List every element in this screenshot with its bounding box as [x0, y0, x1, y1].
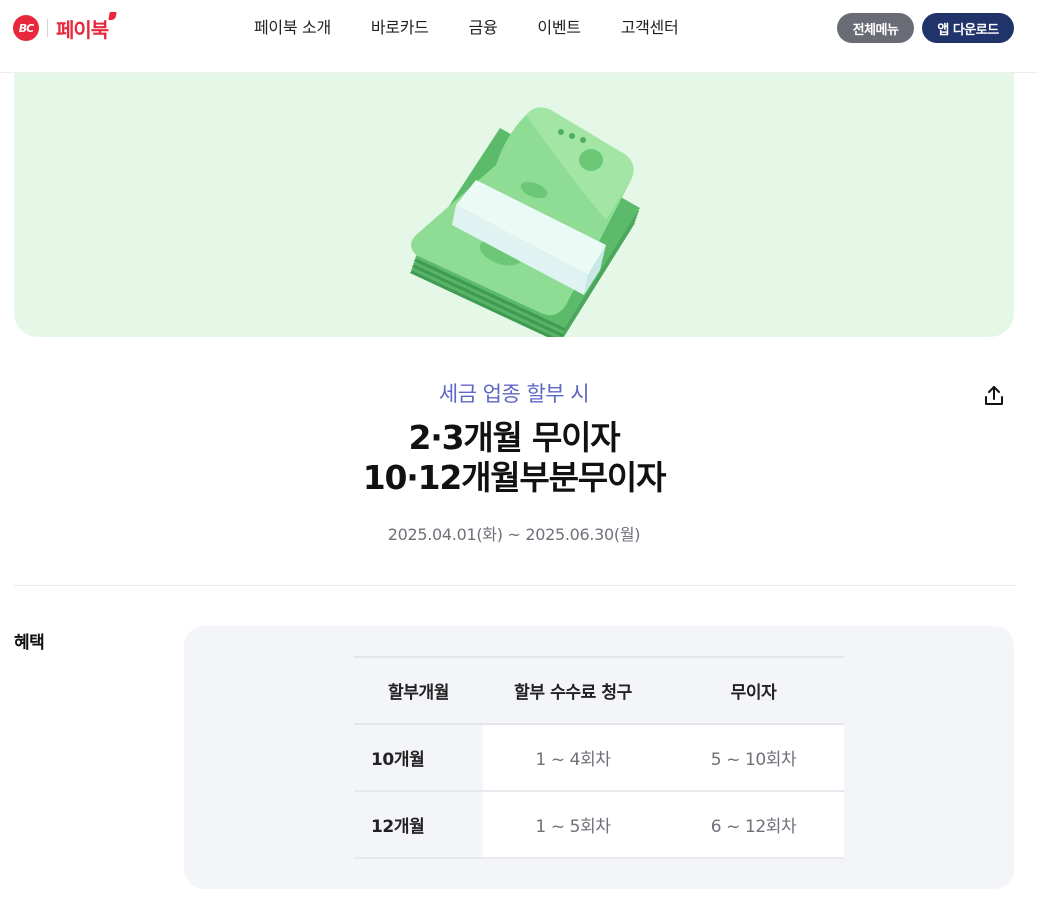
benefit-box: 할부개월 할부 수수료 청구 무이자 10개월 1 ~ 4회차 5 ~ 10회차…	[184, 626, 1014, 889]
app-download-button[interactable]: 앱 다운로드	[922, 13, 1014, 43]
event-period: 2025.04.01(화) ~ 2025.06.30(월)	[387, 525, 641, 544]
nav-item-finance[interactable]: 금융	[469, 16, 498, 40]
event-title: 2·3개월 무이자 10·12개월부분무이자	[0, 418, 1028, 498]
bc-logo-icon: BC	[13, 15, 39, 41]
table-header-cell: 무이자	[663, 656, 844, 725]
event-subtitle: 세금 업종 할부 시	[438, 382, 590, 406]
site-header: BC 페이북 페이북 소개 바로카드 금융 이벤트 고객센터 전체메뉴 앱 다운…	[0, 0, 1038, 73]
benefit-heading: 혜택	[14, 633, 45, 653]
nav-item-about[interactable]: 페이북 소개	[254, 16, 331, 40]
event-banner	[14, 73, 1014, 337]
table-header-cell: 할부개월	[354, 656, 483, 725]
paybook-logo[interactable]: BC 페이북	[13, 14, 109, 43]
installment-table: 할부개월 할부 수수료 청구 무이자 10개월 1 ~ 4회차 5 ~ 10회차…	[354, 656, 844, 859]
table-row-header: 12개월	[354, 791, 483, 859]
section-divider	[14, 585, 1015, 586]
logo-divider	[47, 19, 48, 37]
table-header-row: 할부개월 할부 수수료 청구 무이자	[354, 656, 844, 725]
nav-item-event[interactable]: 이벤트	[537, 16, 581, 40]
event-title-line2: 10·12개월부분무이자	[362, 458, 667, 497]
table-cell: 1 ~ 4회차	[483, 724, 663, 792]
table-cell: 5 ~ 10회차	[663, 724, 844, 792]
money-stack-illustration	[410, 107, 640, 337]
logo-text: 페이북	[56, 14, 109, 43]
table-cell: 1 ~ 5회차	[483, 791, 663, 859]
main-nav: 페이북 소개 바로카드 금융 이벤트 고객센터	[254, 16, 679, 40]
table-cell: 6 ~ 12회차	[663, 791, 844, 859]
share-icon[interactable]	[982, 384, 1006, 408]
table-row: 10개월 1 ~ 4회차 5 ~ 10회차	[354, 724, 844, 792]
table-header-cell: 할부 수수료 청구	[483, 656, 663, 725]
table-row-header: 10개월	[354, 724, 483, 792]
event-title-line1: 2·3개월 무이자	[408, 418, 621, 457]
table-row: 12개월 1 ~ 5회차 6 ~ 12회차	[354, 791, 844, 859]
all-menu-button[interactable]: 전체메뉴	[837, 13, 914, 43]
nav-item-barocard[interactable]: 바로카드	[371, 16, 429, 40]
nav-item-customer-center[interactable]: 고객센터	[621, 16, 679, 40]
